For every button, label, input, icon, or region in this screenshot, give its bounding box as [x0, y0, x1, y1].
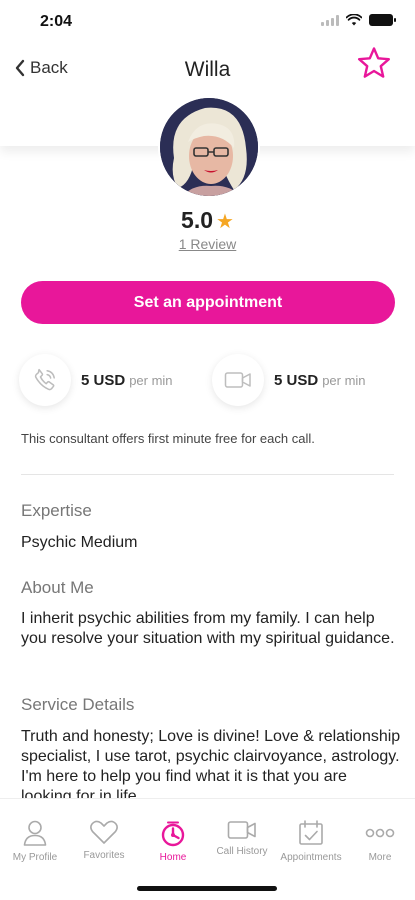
status-bar: 2:04 [0, 0, 415, 44]
call-price: 5 USD [81, 371, 126, 389]
phone-icon[interactable] [19, 354, 71, 406]
service-details-clip: Truth and honesty; Love is divine! Love … [0, 720, 415, 798]
tab-label: Appointments [280, 852, 342, 863]
service-details-heading: Service Details [21, 695, 135, 714]
expertise-heading: Expertise [21, 501, 92, 520]
tab-label: My Profile [12, 852, 58, 863]
wifi-icon [346, 14, 362, 26]
tab-label: Favorites [83, 850, 125, 861]
free-minute-note: This consultant offers first minute free… [21, 431, 315, 446]
home-icon [161, 821, 185, 847]
favorite-star-icon[interactable] [357, 46, 391, 80]
avatar [158, 96, 260, 198]
heart-icon [90, 820, 118, 844]
tab-home[interactable]: Home [138, 819, 208, 863]
about-value: I inherit psychic abilities from my fami… [21, 610, 395, 647]
more-icon [365, 828, 395, 838]
signal-icon [321, 14, 339, 26]
service-details-value: Truth and honesty; Love is divine! Love … [21, 728, 401, 798]
about-heading: About Me [21, 578, 94, 597]
tab-favorites[interactable]: Favorites [69, 819, 139, 861]
tab-more[interactable]: More [345, 819, 415, 863]
video-price: 5 USD [274, 371, 319, 389]
tab-appointments[interactable]: Appointments [276, 819, 346, 863]
video-icon[interactable] [212, 354, 264, 406]
rating: 5.0 ★ [0, 207, 415, 234]
expertise-value: Psychic Medium [21, 534, 138, 551]
battery-icon [369, 14, 396, 26]
reviews-link[interactable]: 1 Review [0, 236, 415, 252]
page-title: Willa [184, 58, 231, 81]
tab-my-profile[interactable]: My Profile [0, 819, 70, 863]
tab-bar: My Profile Favorites Home Call History A… [0, 798, 415, 900]
video-rate[interactable]: 5 USD per min [212, 354, 366, 406]
tab-label: More [368, 852, 392, 863]
call-rate-text: 5 USD per min [81, 372, 173, 389]
person-icon [23, 820, 47, 846]
rating-value: 5.0 [181, 207, 214, 233]
video-rate-text: 5 USD per min [274, 372, 366, 389]
tab-label: Call History [216, 846, 268, 857]
home-indicator [137, 886, 277, 891]
status-time: 2:04 [40, 13, 73, 30]
tab-label: Home [159, 852, 187, 863]
tab-call-history[interactable]: Call History [207, 819, 277, 857]
call-rate[interactable]: 5 USD per min [19, 354, 173, 406]
status-icons [321, 14, 396, 26]
video-camera-icon [227, 821, 256, 839]
calendar-icon [299, 820, 323, 845]
call-unit: per min [129, 372, 173, 388]
divider [21, 474, 394, 475]
video-unit: per min [322, 372, 366, 388]
set-appointment-button[interactable]: Set an appointment [21, 281, 395, 324]
rating-star-icon: ★ [216, 211, 234, 233]
